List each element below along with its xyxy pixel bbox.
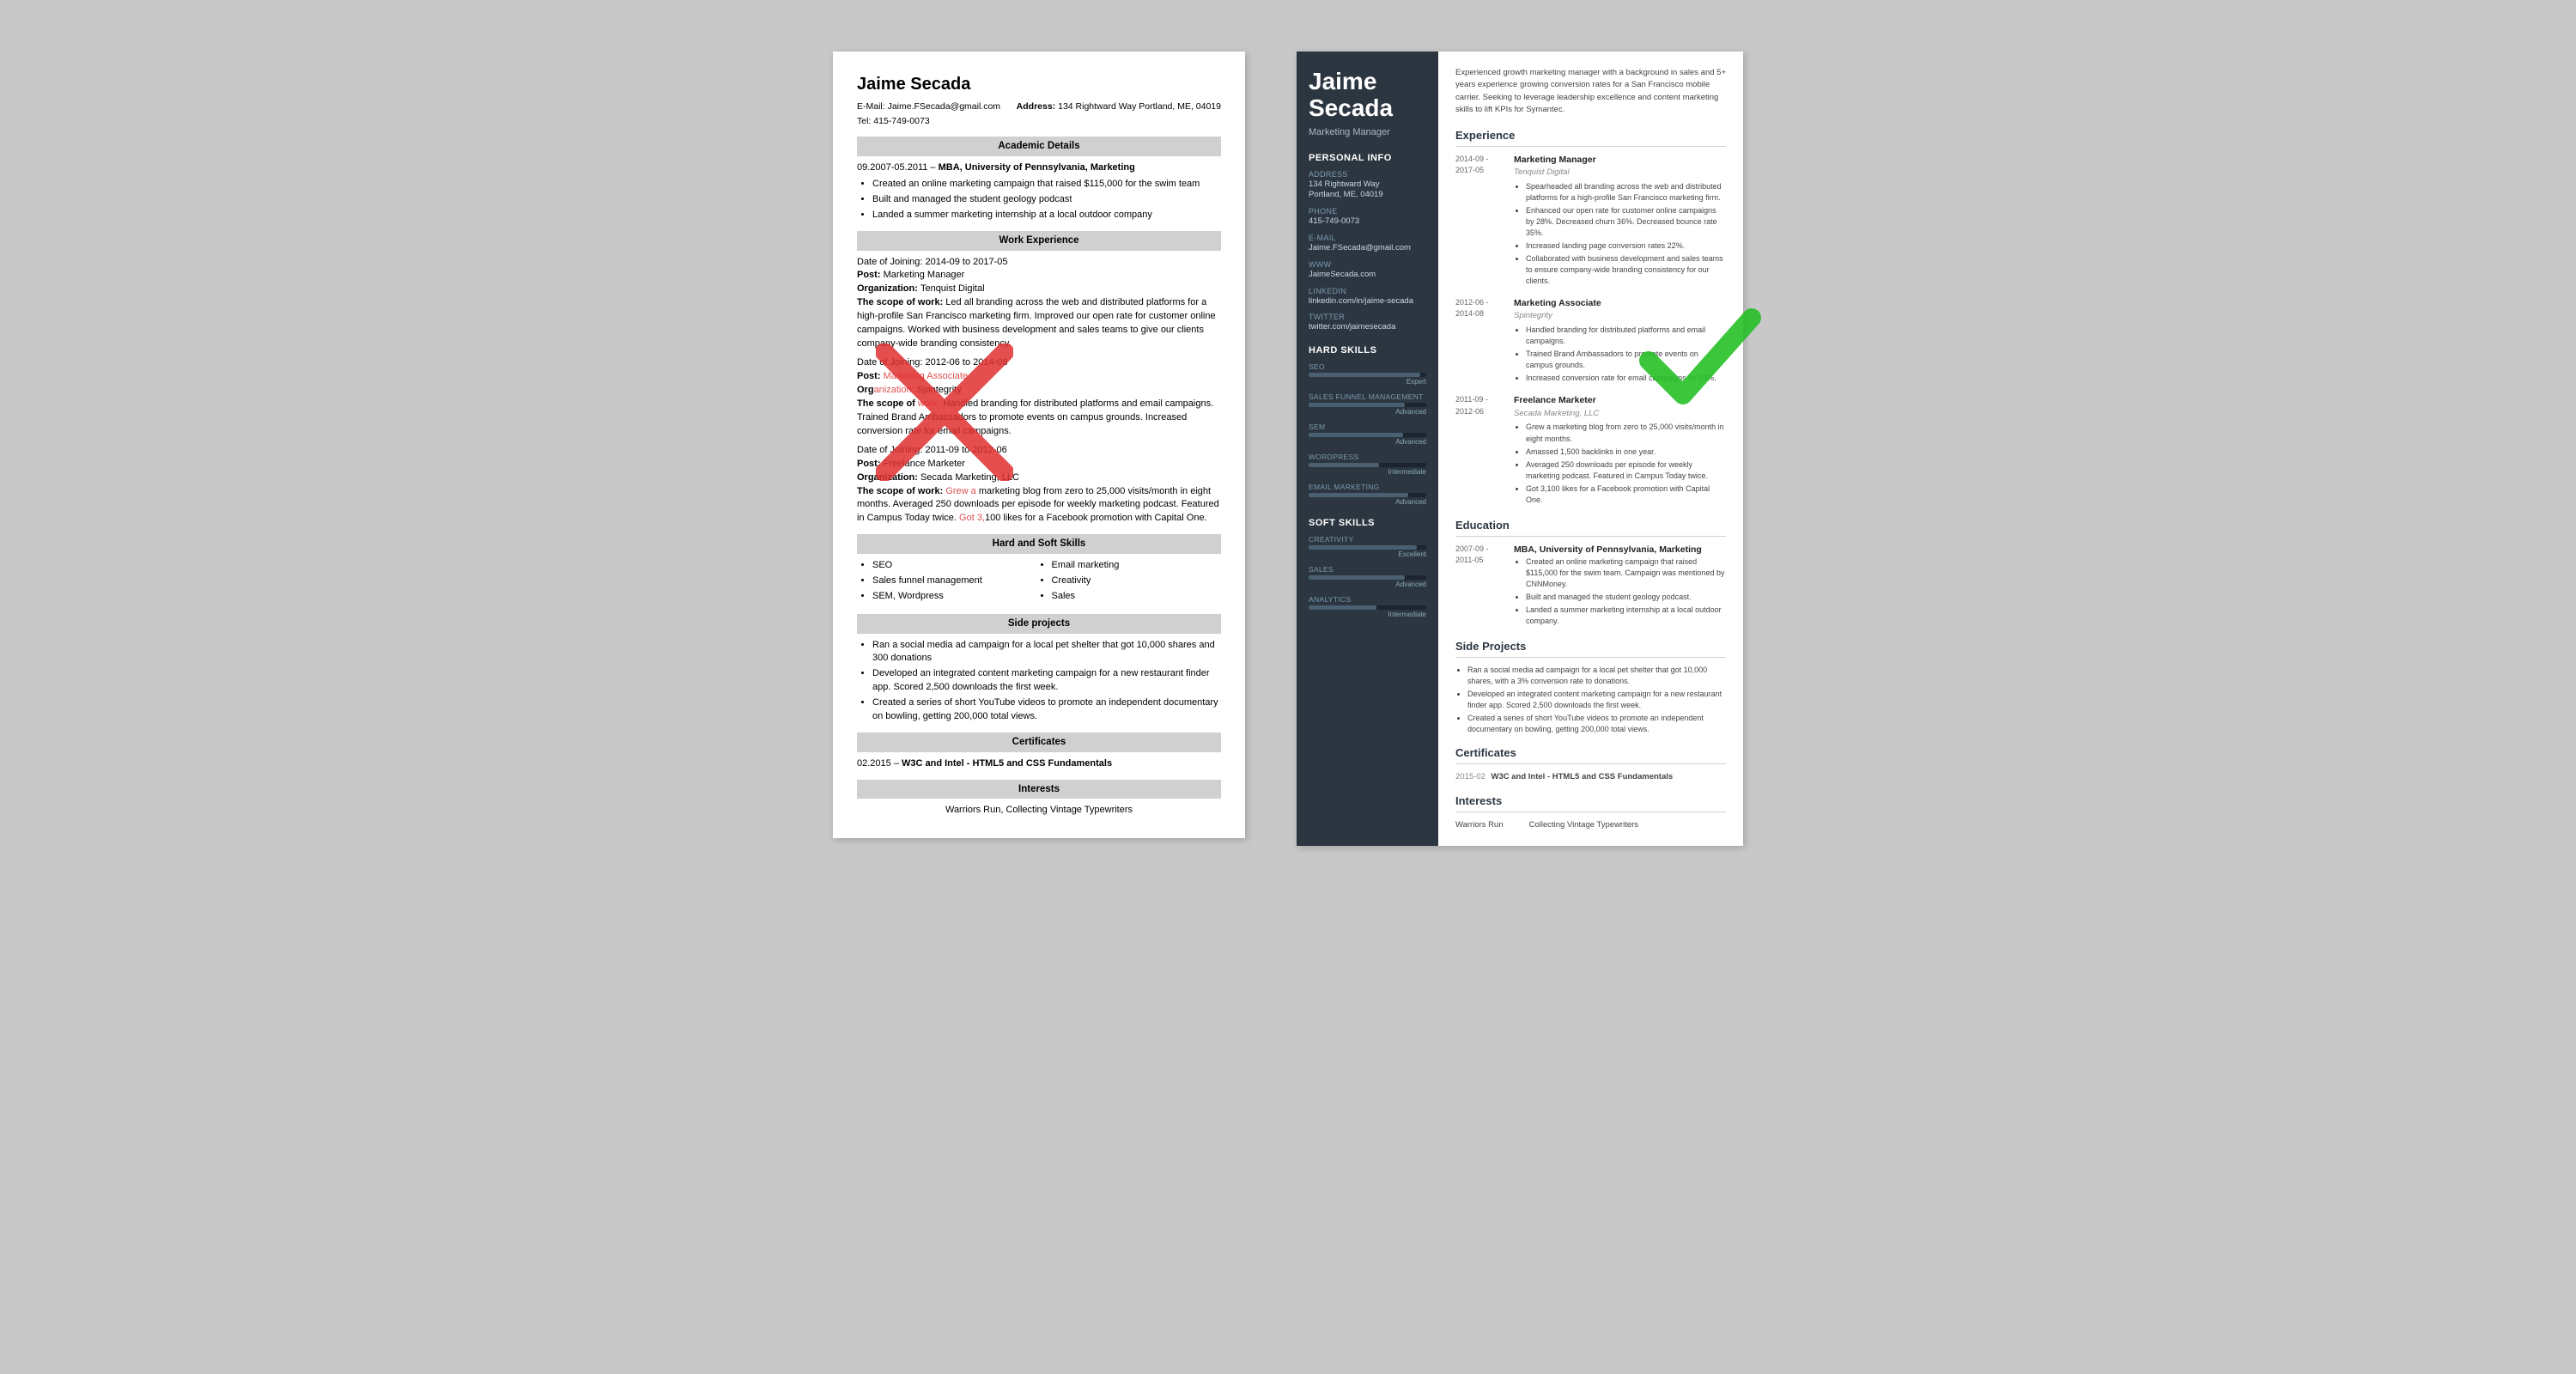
sidebar-hard-skills-title: Hard Skills xyxy=(1309,345,1426,356)
modern-name-block: Jaime Secada xyxy=(1309,69,1426,122)
modern-side-title: Side Projects xyxy=(1455,639,1726,658)
linkedin-value: linkedin.com/in/jaime-secada xyxy=(1309,296,1426,307)
modern-first-name: Jaime xyxy=(1309,69,1426,95)
exp-entry-1: 2012-06 -2014-08 Marketing Associate Spi… xyxy=(1455,297,1726,386)
modern-side-list: Ran a social media ad campaign for a loc… xyxy=(1455,665,1726,735)
skill-analytics: ANALYTICS Intermediate xyxy=(1309,595,1426,618)
email-value: Jaime.FSecada@gmail.com xyxy=(1309,243,1426,254)
classic-side-list: Ran a social media ad campaign for a loc… xyxy=(857,639,1221,725)
twitter-label: Twitter xyxy=(1309,313,1426,321)
modern-experience-title: Experience xyxy=(1455,128,1726,147)
skill-seo: SEO Expert xyxy=(1309,362,1426,386)
resume-modern: Jaime Secada Marketing Manager Personal … xyxy=(1297,52,1743,846)
exp-entry-0: 2014-09 -2017-05 Marketing Manager Tenqu… xyxy=(1455,154,1726,289)
classic-contact: E-Mail: Jaime.FSecada@gmail.com Address:… xyxy=(857,100,1221,113)
linkedin-label: LinkedIn xyxy=(1309,287,1426,295)
classic-work-header: Work Experience xyxy=(857,231,1221,251)
address-label: Address xyxy=(1309,170,1426,179)
www-value: JaimeSecada.com xyxy=(1309,270,1426,281)
classic-certs-header: Certificates xyxy=(857,733,1221,752)
resume-main-content: Experienced growth marketing manager wit… xyxy=(1438,52,1743,846)
edu-entry-0: 2007-09 -2011-05 MBA, University of Penn… xyxy=(1455,544,1726,629)
phone-value: 415-749-0073 xyxy=(1309,216,1426,228)
email-label: E-mail xyxy=(1309,234,1426,242)
twitter-value: twitter.com/jaimesecada xyxy=(1309,322,1426,333)
classic-academic-entry: 09.2007-05.2011 – MBA, University of Pen… xyxy=(857,161,1221,222)
modern-interests-title: Interests xyxy=(1455,793,1726,812)
modern-title: Marketing Manager xyxy=(1309,127,1426,137)
sidebar-personal-info-title: Personal Info xyxy=(1309,153,1426,163)
exp-entry-2: 2011-09 -2012-06 Freelance Marketer Seca… xyxy=(1455,394,1726,507)
classic-skills-list: SEO Sales funnel management SEM, Wordpre… xyxy=(857,559,1221,605)
classic-tel-line: Tel: 415-749-0073 xyxy=(857,115,1221,128)
skill-email-marketing: EMAIL MARKETING Advanced xyxy=(1309,483,1426,506)
skill-creativity: CREATIVITY Excellent xyxy=(1309,535,1426,558)
classic-work-2: Date of Joining: 2011-09 to 2012-06 Post… xyxy=(857,444,1221,526)
resume-classic: Jaime Secada E-Mail: Jaime.FSecada@gmail… xyxy=(833,52,1245,838)
classic-address-line: Address: 134 Rightward Way Portland, ME,… xyxy=(1017,100,1221,113)
classic-name: Jaime Secada xyxy=(857,72,1221,97)
classic-academic-header: Academic Details xyxy=(857,137,1221,156)
classic-side-header: Side projects xyxy=(857,614,1221,634)
address-value: 134 Rightward WayPortland, ME, 04019 xyxy=(1309,179,1426,202)
modern-certs-title: Certificates xyxy=(1455,745,1726,764)
modern-education-title: Education xyxy=(1455,518,1726,537)
classic-email-line: E-Mail: Jaime.FSecada@gmail.com xyxy=(857,100,1000,113)
skill-sales-funnel: SALES FUNNEL MANAGEMENT Advanced xyxy=(1309,392,1426,416)
classic-cert-0: 02.2015 – W3C and Intel - HTML5 and CSS … xyxy=(857,757,1221,771)
interest-1: Collecting Vintage Typewriters xyxy=(1529,819,1638,831)
interest-0: Warriors Run xyxy=(1455,819,1504,831)
modern-interests-grid: Warriors Run Collecting Vintage Typewrit… xyxy=(1455,819,1726,831)
classic-work-0: Date of Joining: 2014-09 to 2017-05 Post… xyxy=(857,256,1221,352)
resume-sidebar: Jaime Secada Marketing Manager Personal … xyxy=(1297,52,1438,846)
skill-sales: SALES Advanced xyxy=(1309,565,1426,588)
skill-sem: SEM Advanced xyxy=(1309,423,1426,446)
skill-wordpress: WORDPRESS Intermediate xyxy=(1309,453,1426,476)
sidebar-soft-skills-title: Soft Skills xyxy=(1309,518,1426,528)
phone-label: Phone xyxy=(1309,207,1426,216)
www-label: WWW xyxy=(1309,260,1426,269)
classic-work-1: Date of Joining: 2012-06 to 2014-08 Post… xyxy=(857,356,1221,439)
modern-last-name: Secada xyxy=(1309,95,1426,122)
classic-interests-value: Warriors Run, Collecting Vintage Typewri… xyxy=(857,804,1221,818)
classic-skills-header: Hard and Soft Skills xyxy=(857,534,1221,554)
modern-cert-0: 2015-02 W3C and Intel - HTML5 and CSS Fu… xyxy=(1455,771,1726,783)
classic-interests-header: Interests xyxy=(857,780,1221,799)
modern-summary: Experienced growth marketing manager wit… xyxy=(1455,67,1726,116)
